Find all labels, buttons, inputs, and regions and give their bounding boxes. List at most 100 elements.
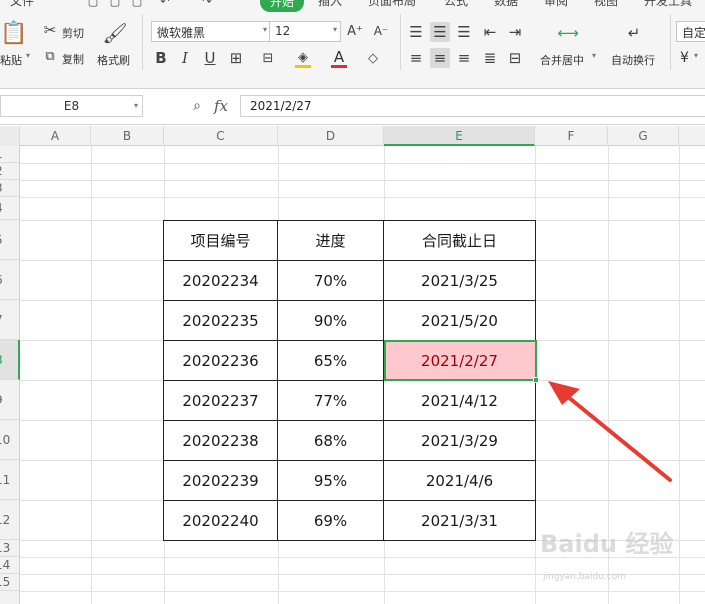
table-cell-deadline[interactable]: 2021/4/12 <box>384 381 536 421</box>
table-cell-deadline[interactable]: 2021/4/6 <box>384 461 536 501</box>
row-header[interactable]: 13 <box>0 540 20 557</box>
tab-review[interactable]: 审阅 <box>544 0 568 9</box>
row-header[interactable]: 14 <box>0 557 20 574</box>
tab-insert[interactable]: 插入 <box>318 0 342 9</box>
font-name-select[interactable]: 微软雅黑 ▾ <box>151 21 271 42</box>
table-header-project-id[interactable]: 项目编号 <box>164 221 278 261</box>
tab-home[interactable]: 开始 <box>260 0 305 12</box>
tab-data[interactable]: 数据 <box>494 0 518 9</box>
increase-indent-icon[interactable]: ⇥ <box>505 22 525 42</box>
tab-page-layout[interactable]: 页面布局 <box>368 0 416 9</box>
undo-icon[interactable]: ↶ <box>158 0 172 8</box>
merge-center-button[interactable]: 合并居中 <box>540 52 584 68</box>
table-cell-progress[interactable]: 68% <box>278 421 384 461</box>
save-icon[interactable]: ▢ <box>86 0 100 8</box>
wrap-text-icon[interactable]: ↵ <box>622 22 646 44</box>
fill-color-icon[interactable]: ◈ <box>294 48 312 66</box>
table-cell-progress[interactable]: 65% <box>278 341 384 381</box>
copy-button[interactable]: 复制 <box>62 51 84 67</box>
table-cell-project-id[interactable]: 20202236 <box>164 341 278 381</box>
column-header-a[interactable]: A <box>20 126 91 146</box>
font-color-icon[interactable]: A <box>330 48 348 66</box>
column-header-f[interactable]: F <box>535 126 608 146</box>
border-icon[interactable]: ⊞ <box>227 49 245 67</box>
table-cell-progress[interactable]: 69% <box>278 501 384 541</box>
font-size-select[interactable]: 12 ▾ <box>269 21 341 42</box>
row-header[interactable]: 3 <box>0 180 20 197</box>
column-header-e[interactable]: E <box>384 126 535 146</box>
table-cell-progress[interactable]: 77% <box>278 381 384 421</box>
row-header[interactable]: 15 <box>0 574 20 591</box>
row-header[interactable]: 11 <box>0 460 20 500</box>
table-cell-project-id[interactable]: 20202239 <box>164 461 278 501</box>
format-painter-button[interactable]: 格式刷 <box>97 52 130 68</box>
table-header-progress[interactable]: 进度 <box>278 221 384 261</box>
table-cell-deadline[interactable]: 2021/3/31 <box>384 501 536 541</box>
increase-font-icon[interactable]: A⁺ <box>346 22 364 40</box>
row-header[interactable]: 1 <box>0 146 20 163</box>
table-cell-deadline[interactable]: 2021/5/20 <box>384 301 536 341</box>
table-cell-project-id[interactable]: 20202234 <box>164 261 278 301</box>
tab-developer[interactable]: 开发工具 <box>644 0 692 9</box>
row-header[interactable]: 4 <box>0 197 20 220</box>
row-header[interactable]: 12 <box>0 500 20 540</box>
formula-input[interactable]: 2021/2/27 <box>240 95 705 117</box>
decrease-indent-icon[interactable]: ⇤ <box>480 22 500 42</box>
row-header[interactable]: 7 <box>0 300 20 340</box>
align-middle-icon[interactable]: ☰ <box>430 22 450 42</box>
select-all-corner[interactable] <box>0 126 20 146</box>
table-cell-progress[interactable]: 90% <box>278 301 384 341</box>
row-header-selected[interactable]: 8 <box>0 340 20 380</box>
wrap-text-button[interactable]: 自动换行 <box>611 52 655 68</box>
currency-icon[interactable]: ¥ <box>680 50 689 66</box>
italic-icon[interactable]: I <box>176 49 194 67</box>
selected-cell-e8-deadline[interactable]: 2021/2/27 <box>384 341 536 381</box>
cell-style-icon[interactable]: ⊟ <box>259 49 277 67</box>
column-header-c[interactable]: C <box>164 126 278 146</box>
column-header-d[interactable]: D <box>278 126 384 146</box>
row-header[interactable]: 2 <box>0 163 20 180</box>
name-box[interactable]: E8 ▾ <box>0 95 143 117</box>
table-cell-progress[interactable]: 95% <box>278 461 384 501</box>
distributed-icon[interactable]: ⊟ <box>505 48 525 68</box>
bold-icon[interactable]: B <box>152 49 170 67</box>
table-cell-project-id[interactable]: 20202237 <box>164 381 278 421</box>
tab-formulas[interactable]: 公式 <box>444 0 468 9</box>
row-header[interactable]: 9 <box>0 380 20 420</box>
eraser-icon[interactable]: ◇ <box>364 49 382 67</box>
column-header-b[interactable]: B <box>91 126 164 146</box>
align-top-icon[interactable]: ☰ <box>406 22 426 42</box>
justify-icon[interactable]: ≣ <box>480 48 500 68</box>
row-header[interactable]: 6 <box>0 260 20 300</box>
align-right-icon[interactable]: ≡ <box>454 48 474 68</box>
align-bottom-icon[interactable]: ☰ <box>454 22 474 42</box>
table-cell-project-id[interactable]: 20202238 <box>164 421 278 461</box>
align-left-icon[interactable]: ≡ <box>406 48 426 68</box>
decrease-font-icon[interactable]: A⁻ <box>372 22 390 40</box>
table-header-deadline[interactable]: 合同截止日 <box>384 221 536 261</box>
print-icon[interactable]: ▢ <box>108 0 122 8</box>
table-cell-deadline[interactable]: 2021/3/25 <box>384 261 536 301</box>
copy-icon[interactable]: ⧉ <box>42 48 58 64</box>
preview-icon[interactable]: ▢ <box>130 0 144 8</box>
scissors-icon[interactable]: ✂ <box>42 21 58 39</box>
number-format-select[interactable]: 自定 <box>676 21 705 42</box>
redo-icon[interactable]: ↷ <box>200 0 214 8</box>
merge-center-icon[interactable]: ⟷ <box>555 22 581 44</box>
cut-button[interactable]: 剪切 <box>62 25 84 41</box>
column-header-h[interactable] <box>679 126 705 146</box>
align-center-icon[interactable]: ≡ <box>430 48 450 68</box>
table-cell-project-id[interactable]: 20202235 <box>164 301 278 341</box>
format-painter-icon[interactable]: 🖌 <box>102 20 127 46</box>
zoom-search-icon[interactable]: ⌕ <box>188 97 206 115</box>
underline-icon[interactable]: U <box>201 49 219 67</box>
tab-file[interactable]: 文件 <box>10 0 34 9</box>
table-cell-deadline[interactable]: 2021/3/29 <box>384 421 536 461</box>
table-cell-progress[interactable]: 70% <box>278 261 384 301</box>
row-header[interactable]: 5 <box>0 220 20 260</box>
function-icon[interactable]: fx <box>214 97 228 115</box>
fill-handle[interactable] <box>533 377 539 383</box>
row-header[interactable]: 10 <box>0 420 20 460</box>
table-cell-project-id[interactable]: 20202240 <box>164 501 278 541</box>
tab-view[interactable]: 视图 <box>594 0 618 9</box>
